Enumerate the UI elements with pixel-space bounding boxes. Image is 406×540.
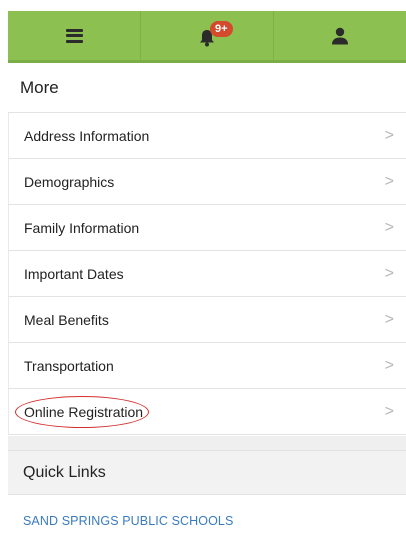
- more-list: Address Information > Demographics > Fam…: [8, 112, 406, 435]
- list-item-online-registration[interactable]: Online Registration >: [8, 389, 406, 435]
- list-item-meal-benefits[interactable]: Meal Benefits >: [8, 297, 406, 343]
- list-item-important-dates[interactable]: Important Dates >: [8, 251, 406, 297]
- chevron-right-icon: >: [384, 218, 394, 236]
- list-item-label: Demographics: [24, 173, 115, 190]
- chevron-right-icon: >: [384, 356, 394, 374]
- profile-button[interactable]: [273, 11, 406, 60]
- more-section-title: More: [20, 78, 59, 97]
- list-item-family-information[interactable]: Family Information >: [8, 205, 406, 251]
- list-item-label: Meal Benefits: [24, 311, 109, 328]
- chevron-right-icon: >: [384, 264, 394, 282]
- list-item-address-information[interactable]: Address Information >: [8, 113, 406, 159]
- quick-links-header: Quick Links: [8, 450, 406, 495]
- quick-link-sand-springs[interactable]: SAND SPRINGS PUBLIC SCHOOLS: [23, 514, 233, 528]
- chevron-right-icon: >: [384, 172, 394, 190]
- chevron-right-icon: >: [384, 126, 394, 144]
- list-item-label: Address Information: [24, 127, 150, 144]
- chevron-right-icon: >: [384, 402, 394, 420]
- section-divider: [8, 436, 406, 450]
- list-item-demographics[interactable]: Demographics >: [8, 159, 406, 205]
- list-item-label: Important Dates: [24, 265, 124, 282]
- quick-links-title: Quick Links: [23, 463, 106, 481]
- chevron-right-icon: >: [384, 310, 394, 328]
- menu-button[interactable]: [8, 11, 140, 60]
- user-icon: [332, 27, 348, 44]
- list-item-transportation[interactable]: Transportation >: [8, 343, 406, 389]
- top-navigation-bar: 9+: [8, 11, 406, 63]
- list-item-label: Family Information: [24, 219, 140, 236]
- notification-count-badge: 9+: [210, 20, 233, 37]
- hamburger-menu-icon: [65, 28, 83, 43]
- bell-icon: 9+: [199, 20, 233, 47]
- notifications-button[interactable]: 9+: [140, 11, 273, 60]
- list-item-label: Transportation: [24, 357, 114, 374]
- list-item-label: Online Registration: [14, 395, 150, 428]
